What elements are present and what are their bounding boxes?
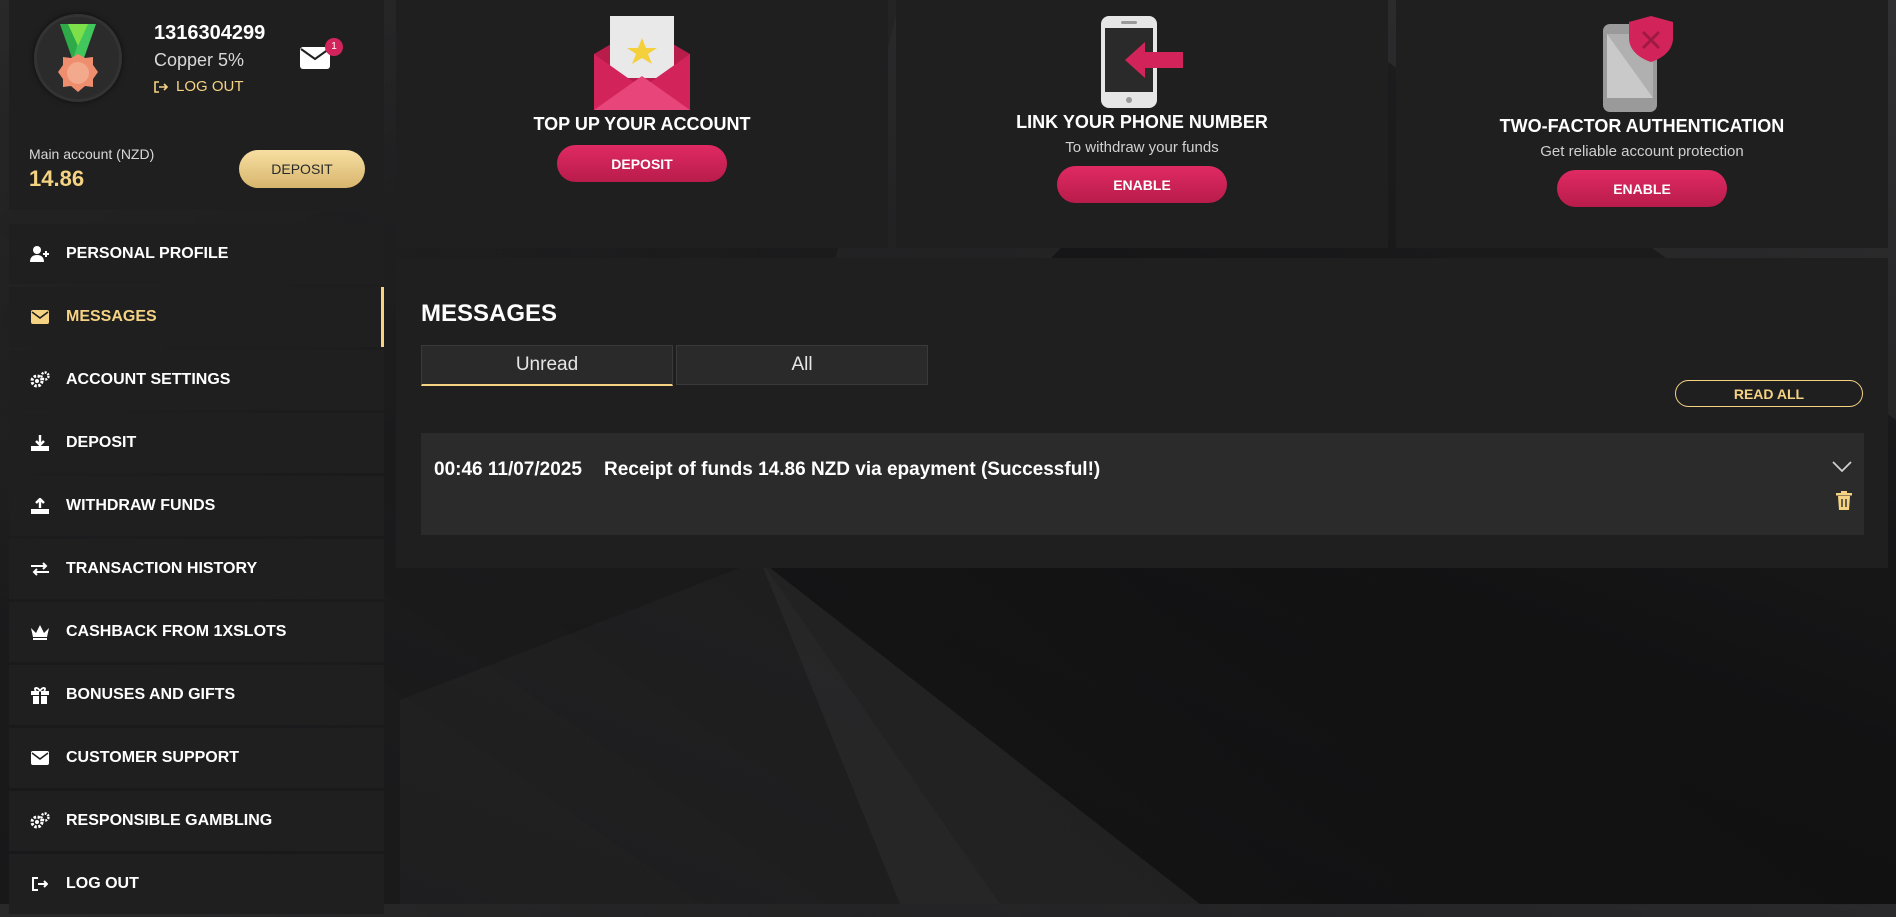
card-subtitle: To withdraw your funds [1065, 139, 1219, 156]
tab-unread[interactable]: Unread [421, 345, 673, 386]
exchange-icon [29, 560, 51, 578]
sidebar-item-label: PERSONAL PROFILE [66, 245, 229, 262]
sidebar-item-label: BONUSES AND GIFTS [66, 686, 236, 703]
sidebar-item-label: TRANSACTION HISTORY [66, 560, 258, 577]
gears-icon [29, 371, 51, 389]
balance-value: 14.86 [29, 166, 85, 191]
logout-link[interactable]: LOG OUT [154, 78, 244, 95]
deposit-button[interactable]: DEPOSIT [239, 150, 365, 188]
sidebar-item-messages[interactable]: MESSAGES [9, 287, 384, 347]
logout-icon [154, 80, 168, 93]
sidebar-item-label: CASHBACK FROM 1XSLOTS [66, 623, 287, 640]
sidebar-item-label: DEPOSIT [66, 434, 137, 451]
phone-shield-icon [1603, 16, 1673, 112]
envelope-icon [29, 749, 51, 767]
sidebar-item-customer-support[interactable]: CUSTOMER SUPPORT [9, 728, 384, 788]
tab-all[interactable]: All [676, 345, 928, 385]
balance-label: Main account (NZD) [29, 146, 155, 162]
sidebar-item-deposit[interactable]: DEPOSIT [9, 413, 384, 473]
message-timestamp: 00:46 11/07/2025 [434, 459, 582, 480]
trash-icon[interactable] [1836, 491, 1852, 510]
account-card: 1316304299 Copper 5% LOG OUT 1 Main acco… [9, 0, 384, 210]
sidebar-item-label: WITHDRAW FUNDS [66, 497, 216, 514]
sidebar-item-cashback[interactable]: CASHBACK FROM 1XSLOTS [9, 602, 384, 662]
user-level: Copper 5% [154, 50, 245, 70]
upload-icon [29, 497, 51, 515]
gift-icon [29, 686, 51, 704]
sidebar-item-label: ACCOUNT SETTINGS [66, 371, 231, 388]
link-phone-enable-button[interactable]: ENABLE [1057, 166, 1227, 203]
two-factor-enable-button[interactable]: ENABLE [1557, 170, 1727, 207]
card-subtitle: Get reliable account protection [1540, 143, 1744, 160]
two-factor-card: TWO-FACTOR AUTHENTICATION Get reliable a… [1396, 0, 1888, 248]
unread-badge: 1 [325, 38, 343, 56]
user-plus-icon [29, 245, 51, 263]
read-all-button[interactable]: READ ALL [1675, 380, 1863, 407]
sidebar: 1316304299 Copper 5% LOG OUT 1 Main acco… [9, 0, 384, 917]
medal-icon [58, 24, 98, 92]
chevron-down-icon[interactable] [1832, 461, 1852, 473]
sidebar-nav: PERSONAL PROFILE MESSAGES ACCOUNT SETTIN… [9, 224, 384, 914]
sidebar-item-account-settings[interactable]: ACCOUNT SETTINGS [9, 350, 384, 410]
sidebar-item-label: LOG OUT [66, 875, 139, 892]
sidebar-item-logout[interactable]: LOG OUT [9, 854, 384, 914]
user-id: 1316304299 [154, 22, 266, 44]
sidebar-item-label: CUSTOMER SUPPORT [66, 749, 240, 766]
card-title: TOP UP YOUR ACCOUNT [533, 114, 751, 134]
message-text: Receipt of funds 14.86 NZD via epayment … [604, 459, 1101, 480]
sidebar-item-bonuses[interactable]: BONUSES AND GIFTS [9, 665, 384, 725]
message-item[interactable]: 00:46 11/07/2025 Receipt of funds 14.86 … [421, 433, 1864, 535]
sidebar-item-withdraw-funds[interactable]: WITHDRAW FUNDS [9, 476, 384, 536]
topup-deposit-button[interactable]: DEPOSIT [557, 145, 727, 182]
phone-arrow-icon [1101, 16, 1183, 108]
sidebar-item-label: RESPONSIBLE GAMBLING [66, 812, 273, 829]
page-title: MESSAGES [421, 300, 558, 327]
download-icon [29, 434, 51, 452]
logout-icon [29, 875, 51, 893]
sidebar-item-transaction-history[interactable]: TRANSACTION HISTORY [9, 539, 384, 599]
sidebar-item-label: MESSAGES [66, 308, 157, 325]
crown-icon [29, 623, 51, 641]
avatar [34, 14, 122, 102]
messages-panel: MESSAGES Unread All READ ALL 00:46 11/07… [396, 258, 1888, 568]
logout-label: LOG OUT [176, 78, 244, 95]
card-title: LINK YOUR PHONE NUMBER [1016, 112, 1268, 132]
envelope-star-icon [594, 16, 690, 110]
sidebar-item-responsible-gambling[interactable]: RESPONSIBLE GAMBLING [9, 791, 384, 851]
topup-card: TOP UP YOUR ACCOUNT DEPOSIT [396, 0, 888, 248]
gears-icon [29, 812, 51, 830]
sidebar-item-personal-profile[interactable]: PERSONAL PROFILE [9, 224, 384, 284]
card-title: TWO-FACTOR AUTHENTICATION [1499, 116, 1785, 136]
envelope-icon [29, 308, 51, 326]
link-phone-card: LINK YOUR PHONE NUMBER To withdraw your … [896, 0, 1388, 248]
